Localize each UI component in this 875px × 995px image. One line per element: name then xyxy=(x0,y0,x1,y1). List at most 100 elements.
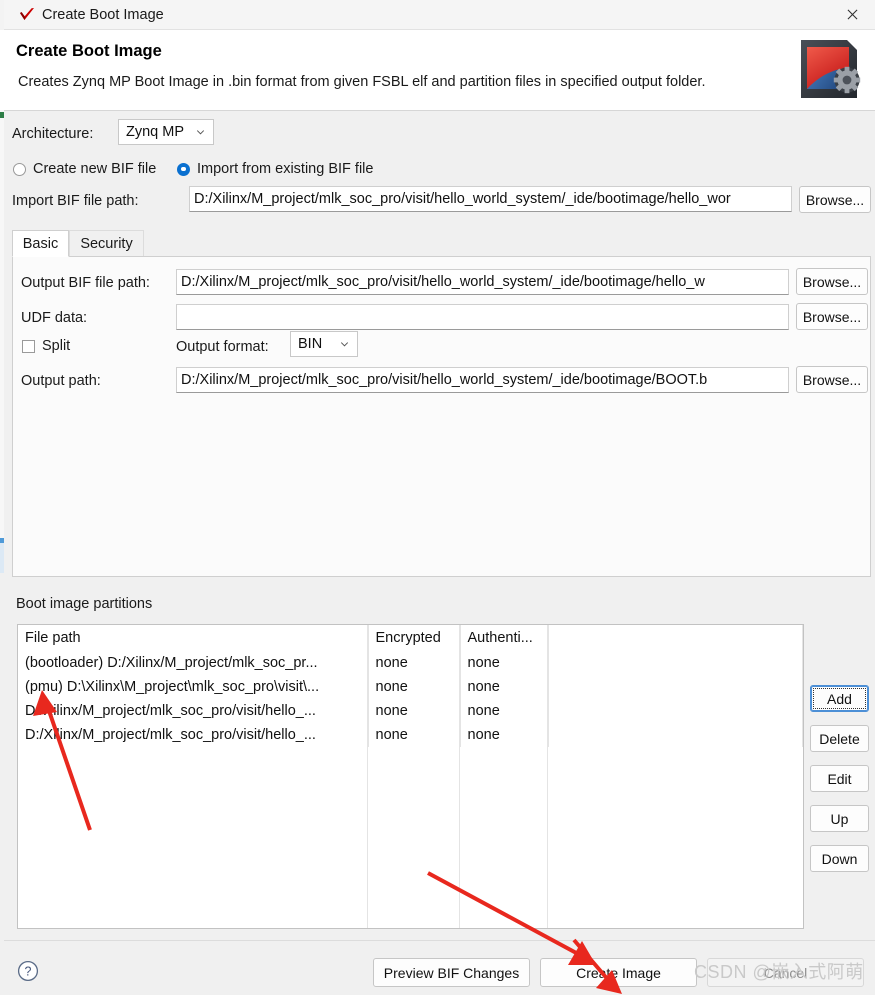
help-question-icon[interactable]: ? xyxy=(17,960,39,982)
import-bif-path-value: D:/Xilinx/M_project/mlk_soc_pro/visit/he… xyxy=(194,191,731,207)
architecture-label: Architecture: xyxy=(12,126,94,142)
import-bif-browse-label: Browse... xyxy=(805,191,865,208)
cell-filler xyxy=(548,723,803,747)
output-bif-browse-button[interactable]: Browse... xyxy=(796,268,868,295)
move-up-label: Up xyxy=(830,810,849,827)
output-format-value: BIN xyxy=(298,336,323,352)
split-checkbox-label: Split xyxy=(42,338,71,354)
preview-bif-changes-button[interactable]: Preview BIF Changes xyxy=(373,958,530,987)
output-format-label: Output format: xyxy=(176,339,269,355)
cell-authentication: none xyxy=(460,699,549,723)
chevron-down-icon xyxy=(196,130,205,135)
preview-bif-changes-label: Preview BIF Changes xyxy=(383,964,520,981)
output-path-browse-button[interactable]: Browse... xyxy=(796,366,868,393)
output-bif-path-input[interactable]: D:/Xilinx/M_project/mlk_soc_pro/visit/he… xyxy=(176,269,789,295)
cell-file-path: D:/Xilinx/M_project/mlk_soc_pro/visit/he… xyxy=(18,699,369,723)
boot-image-partitions-title: Boot image partitions xyxy=(16,596,153,612)
output-bif-path-label: Output BIF file path: xyxy=(21,275,150,291)
svg-text:?: ? xyxy=(25,965,32,979)
edit-partition-label: Edit xyxy=(827,770,852,787)
table-row[interactable]: D:/Xilinx/M_project/mlk_soc_pro/visit/he… xyxy=(18,699,803,723)
column-header-authentication[interactable]: Authenti... xyxy=(460,625,549,651)
cell-file-path: D:/Xilinx/M_project/mlk_soc_pro/visit/he… xyxy=(18,723,369,747)
chevron-down-icon xyxy=(340,342,349,347)
table-header-row: File path Encrypted Authenti... xyxy=(18,625,803,651)
partitions-table[interactable]: File path Encrypted Authenti... (bootloa… xyxy=(17,624,804,929)
cell-file-path: (bootloader) D:/Xilinx/M_project/mlk_soc… xyxy=(18,651,369,675)
dialog-body: Architecture: Zynq MP Create new BIF fil… xyxy=(4,111,875,940)
column-divider-1[interactable] xyxy=(367,625,368,928)
radio-import-existing-bif[interactable]: Import from existing BIF file xyxy=(177,161,373,177)
cell-filler xyxy=(548,699,803,723)
radio-import-existing-indicator xyxy=(177,162,190,176)
import-bif-path-input[interactable]: D:/Xilinx/M_project/mlk_soc_pro/visit/he… xyxy=(189,186,792,212)
output-format-select[interactable]: BIN xyxy=(290,331,358,357)
settings-tabs: Basic Security Output BIF file path: D:/… xyxy=(12,230,871,577)
cell-filler xyxy=(548,675,803,699)
column-header-filler xyxy=(548,625,803,651)
architecture-value: Zynq MP xyxy=(126,124,185,140)
cell-filler xyxy=(548,651,803,675)
dialog-header: Create Boot Image Creates Zynq MP Boot I… xyxy=(4,30,875,111)
cell-encrypted: none xyxy=(368,723,461,747)
radio-create-new-indicator xyxy=(13,162,26,176)
column-divider-2[interactable] xyxy=(459,625,460,928)
move-down-label: Down xyxy=(821,850,858,867)
tab-basic-label: Basic xyxy=(22,235,59,252)
tab-security[interactable]: Security xyxy=(69,230,144,257)
tab-basic[interactable]: Basic xyxy=(12,230,69,257)
cell-authentication: none xyxy=(460,651,549,675)
page-title: Create Boot Image xyxy=(16,42,162,60)
import-bif-browse-button[interactable]: Browse... xyxy=(799,186,871,213)
cell-authentication: none xyxy=(460,723,549,747)
page-description: Creates Zynq MP Boot Image in .bin forma… xyxy=(18,74,706,90)
cell-file-path: (pmu) D:\Xilinx\M_project\mlk_soc_pro\vi… xyxy=(18,675,369,699)
split-checkbox[interactable]: Split xyxy=(22,338,70,354)
output-path-value: D:/Xilinx/M_project/mlk_soc_pro/visit/he… xyxy=(181,372,708,388)
radio-import-existing-label: Import from existing BIF file xyxy=(197,161,374,177)
title-bar: Create Boot Image xyxy=(4,0,875,30)
table-row[interactable]: (bootloader) D:/Xilinx/M_project/mlk_soc… xyxy=(18,651,803,675)
table-row[interactable]: (pmu) D:\Xilinx\M_project\mlk_soc_pro\vi… xyxy=(18,675,803,699)
radio-create-new-label: Create new BIF file xyxy=(33,161,157,177)
column-header-file-path[interactable]: File path xyxy=(18,625,369,651)
tab-panel-basic: Output BIF file path: D:/Xilinx/M_projec… xyxy=(12,256,871,577)
create-image-button[interactable]: Create Image xyxy=(540,958,697,987)
create-boot-image-dialog: Create Boot Image Create Boot Image Crea… xyxy=(0,0,875,995)
output-bif-path-value: D:/Xilinx/M_project/mlk_soc_pro/visit/he… xyxy=(181,274,705,290)
import-bif-path-label: Import BIF file path: xyxy=(12,193,139,209)
create-image-label: Create Image xyxy=(576,964,661,981)
output-path-label: Output path: xyxy=(21,373,101,389)
udf-data-label: UDF data: xyxy=(21,310,88,326)
udf-data-browse-button[interactable]: Browse... xyxy=(796,303,868,330)
delete-partition-label: Delete xyxy=(819,730,860,747)
move-down-button[interactable]: Down xyxy=(810,845,869,872)
table-row[interactable]: D:/Xilinx/M_project/mlk_soc_pro/visit/he… xyxy=(18,723,803,747)
move-up-button[interactable]: Up xyxy=(810,805,869,832)
cell-encrypted: none xyxy=(368,651,461,675)
split-checkbox-indicator xyxy=(22,339,35,353)
cell-encrypted: none xyxy=(368,699,461,723)
architecture-select[interactable]: Zynq MP xyxy=(118,119,214,145)
udf-data-input[interactable] xyxy=(176,304,789,330)
output-bif-browse-label: Browse... xyxy=(802,273,862,290)
udf-data-browse-label: Browse... xyxy=(802,308,862,325)
cell-authentication: none xyxy=(460,675,549,699)
radio-create-new-bif[interactable]: Create new BIF file xyxy=(13,161,156,177)
close-icon[interactable] xyxy=(829,0,875,29)
watermark: CSDN @嵌入式阿萌 xyxy=(694,962,864,982)
tab-strip: Basic Security xyxy=(12,230,871,257)
delete-partition-button[interactable]: Delete xyxy=(810,725,869,752)
column-divider-3[interactable] xyxy=(547,625,548,928)
focus-ring xyxy=(813,688,866,709)
output-path-input[interactable]: D:/Xilinx/M_project/mlk_soc_pro/visit/he… xyxy=(176,367,789,393)
output-path-browse-label: Browse... xyxy=(802,371,862,388)
close-glyph xyxy=(847,9,857,20)
cell-encrypted: none xyxy=(368,675,461,699)
window-title: Create Boot Image xyxy=(42,7,164,23)
column-header-encrypted[interactable]: Encrypted xyxy=(368,625,461,651)
edit-partition-button[interactable]: Edit xyxy=(810,765,869,792)
xilinx-checkmark-icon xyxy=(20,8,34,20)
boot-image-chip-gear-icon xyxy=(801,40,861,98)
add-partition-button[interactable]: Add xyxy=(810,685,869,712)
